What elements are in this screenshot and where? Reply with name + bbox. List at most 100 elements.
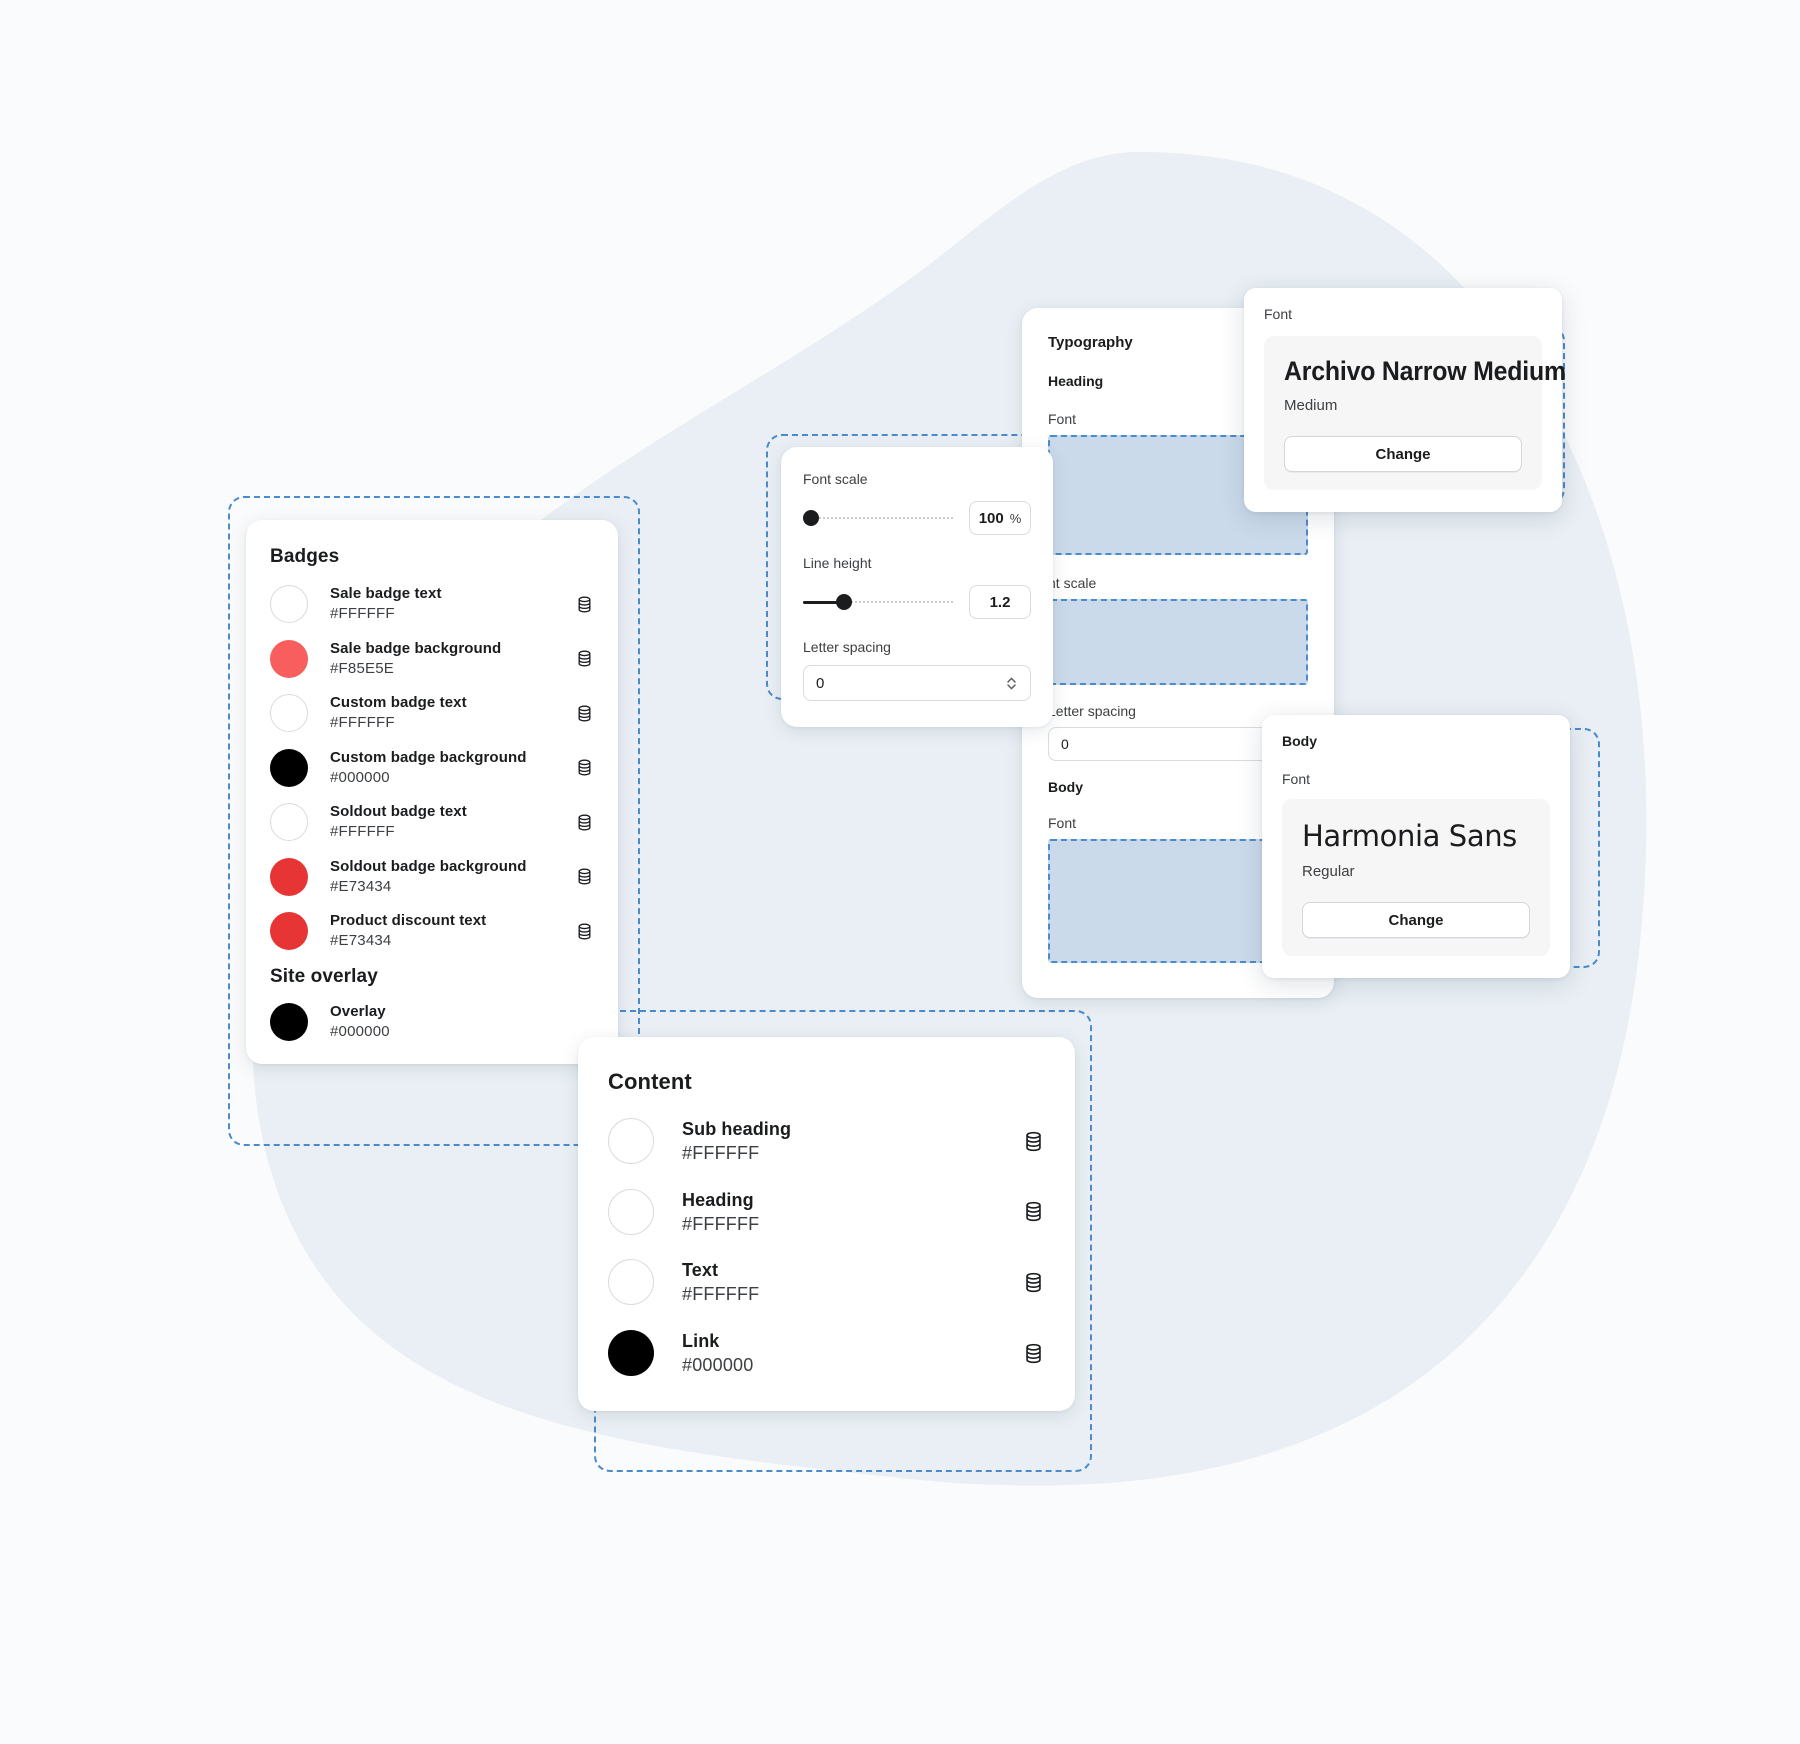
color-hex: #E73434 [330,877,392,895]
color-name: Product discount text [330,912,487,929]
line-height-slider[interactable] [803,593,955,611]
database-icon[interactable] [1022,1200,1045,1223]
body-font-caption: Font [1282,771,1311,787]
database-icon[interactable] [575,595,594,614]
color-swatch[interactable] [608,1188,654,1235]
slider-knob[interactable] [803,510,819,526]
color-name: Link [682,1330,720,1351]
color-name: Heading [682,1189,754,1210]
list-item[interactable]: Text #FFFFFF [608,1258,1045,1307]
font-scale-value-input[interactable]: 100 % [969,501,1031,535]
color-swatch[interactable] [270,639,308,678]
color-hex: #000000 [330,1022,390,1040]
line-height-control: 1.2 [803,585,1031,619]
color-name: Overlay [330,1002,386,1020]
heading-font-caption: Font [1264,306,1293,322]
list-item[interactable]: Link #000000 [608,1329,1045,1378]
badges-panel: Badges Sale badge text #FFFFFF Sale badg… [246,520,618,1064]
body-font-name: Harmonia Sans [1302,819,1517,853]
heading-font-popover: Font Archivo Narrow Medium Medium Change [1244,288,1566,512]
list-item[interactable]: Custom badge text #FFFFFF [270,693,594,734]
letter-spacing-label: Letter spacing [803,639,891,655]
font-scale-control: 100 % [803,501,1031,535]
font-scale-select-highlight[interactable] [1048,599,1308,685]
color-swatch[interactable] [270,803,308,842]
color-hex: #FFFFFF [682,1213,760,1234]
list-item[interactable]: Product discount text #E73434 [270,911,594,952]
slider-fill [803,600,840,604]
color-hex: #FFFFFF [682,1143,760,1164]
database-icon[interactable] [575,704,594,723]
body-font-preview: Harmonia Sans Regular Change [1282,799,1550,956]
color-name: Sub heading [682,1119,792,1139]
list-item[interactable]: Overlay #000000 [270,1002,594,1043]
heading-font-style: Medium [1284,397,1338,414]
color-swatch[interactable] [270,1002,308,1041]
content-panel-title: Content [608,1069,692,1094]
color-name: Sale badge background [330,639,502,657]
font-scale-popover: Font scale 100 % Line height 1.2 Letter … [781,447,1053,727]
chevron-updown-icon[interactable] [1005,675,1018,692]
database-icon[interactable] [575,649,594,668]
heading-font-name: Archivo Narrow Medium [1284,356,1566,386]
color-swatch[interactable] [608,1118,654,1165]
color-name: Custom badge background [330,748,527,766]
color-name: Custom badge text [330,694,467,711]
color-swatch[interactable] [270,585,308,624]
list-item[interactable]: Sale badge background #F85E5E [270,639,594,680]
list-item[interactable]: Soldout badge text #FFFFFF [270,802,594,843]
color-name: Sale badge text [330,585,442,602]
list-item[interactable]: Heading #FFFFFF [608,1188,1045,1237]
list-item[interactable]: Custom badge background #000000 [270,748,594,789]
typography-font-scale-label: nt scale [1048,575,1097,591]
color-hex: #FFFFFF [330,605,395,623]
color-hex: #E73434 [330,932,392,950]
color-swatch[interactable] [270,748,308,787]
body-font-style: Regular [1302,863,1355,880]
body-font-group-label: Body [1282,733,1317,749]
database-icon[interactable] [1022,1271,1045,1294]
site-overlay-section-title: Site overlay [270,965,378,987]
color-hex: #FFFFFF [682,1284,760,1305]
database-icon[interactable] [575,813,594,832]
color-hex: #F85E5E [330,659,394,677]
color-swatch[interactable] [270,857,308,896]
letter-spacing-value: 0 [816,674,825,692]
database-icon[interactable] [575,758,594,777]
change-heading-font-button[interactable]: Change [1284,436,1522,472]
badges-list: Sale badge text #FFFFFF Sale badge backg… [270,584,594,952]
database-icon[interactable] [575,867,594,886]
color-hex: #FFFFFF [330,823,395,841]
font-scale-slider[interactable] [803,509,955,527]
line-height-value-input[interactable]: 1.2 [969,585,1031,619]
heading-font-preview: Archivo Narrow Medium Medium Change [1264,336,1566,490]
content-panel: Content Sub heading #FFFFFF Heading #FFF… [578,1037,1075,1412]
body-font-popover: Body Font Harmonia Sans Regular Change [1262,715,1570,978]
letter-spacing-stepper[interactable]: 0 [803,665,1031,701]
color-swatch[interactable] [608,1259,654,1306]
list-item[interactable]: Soldout badge background #E73434 [270,857,594,898]
database-icon[interactable] [575,922,594,941]
color-hex: #000000 [682,1355,754,1376]
line-height-label: Line height [803,555,872,571]
color-name: Soldout badge text [330,803,467,820]
change-body-font-button[interactable]: Change [1302,902,1530,938]
slider-track [803,517,955,519]
font-scale-label: Font scale [803,471,868,487]
color-name: Soldout badge background [330,857,527,875]
color-hex: #FFFFFF [330,714,395,732]
database-icon[interactable] [1022,1342,1045,1365]
font-scale-unit: % [1009,510,1022,526]
color-swatch[interactable] [270,912,308,951]
font-scale-value: 100 [978,509,1004,527]
list-item[interactable]: Sub heading #FFFFFF [608,1117,1045,1166]
color-name: Text [682,1260,719,1281]
color-swatch[interactable] [608,1330,654,1377]
color-swatch[interactable] [270,694,308,733]
color-hex: #000000 [330,768,390,786]
database-icon[interactable] [1022,1130,1045,1153]
slider-knob[interactable] [836,594,853,610]
badges-panel-title: Badges [270,546,340,567]
list-item[interactable]: Sale badge text #FFFFFF [270,584,594,625]
line-height-value: 1.2 [989,593,1011,611]
